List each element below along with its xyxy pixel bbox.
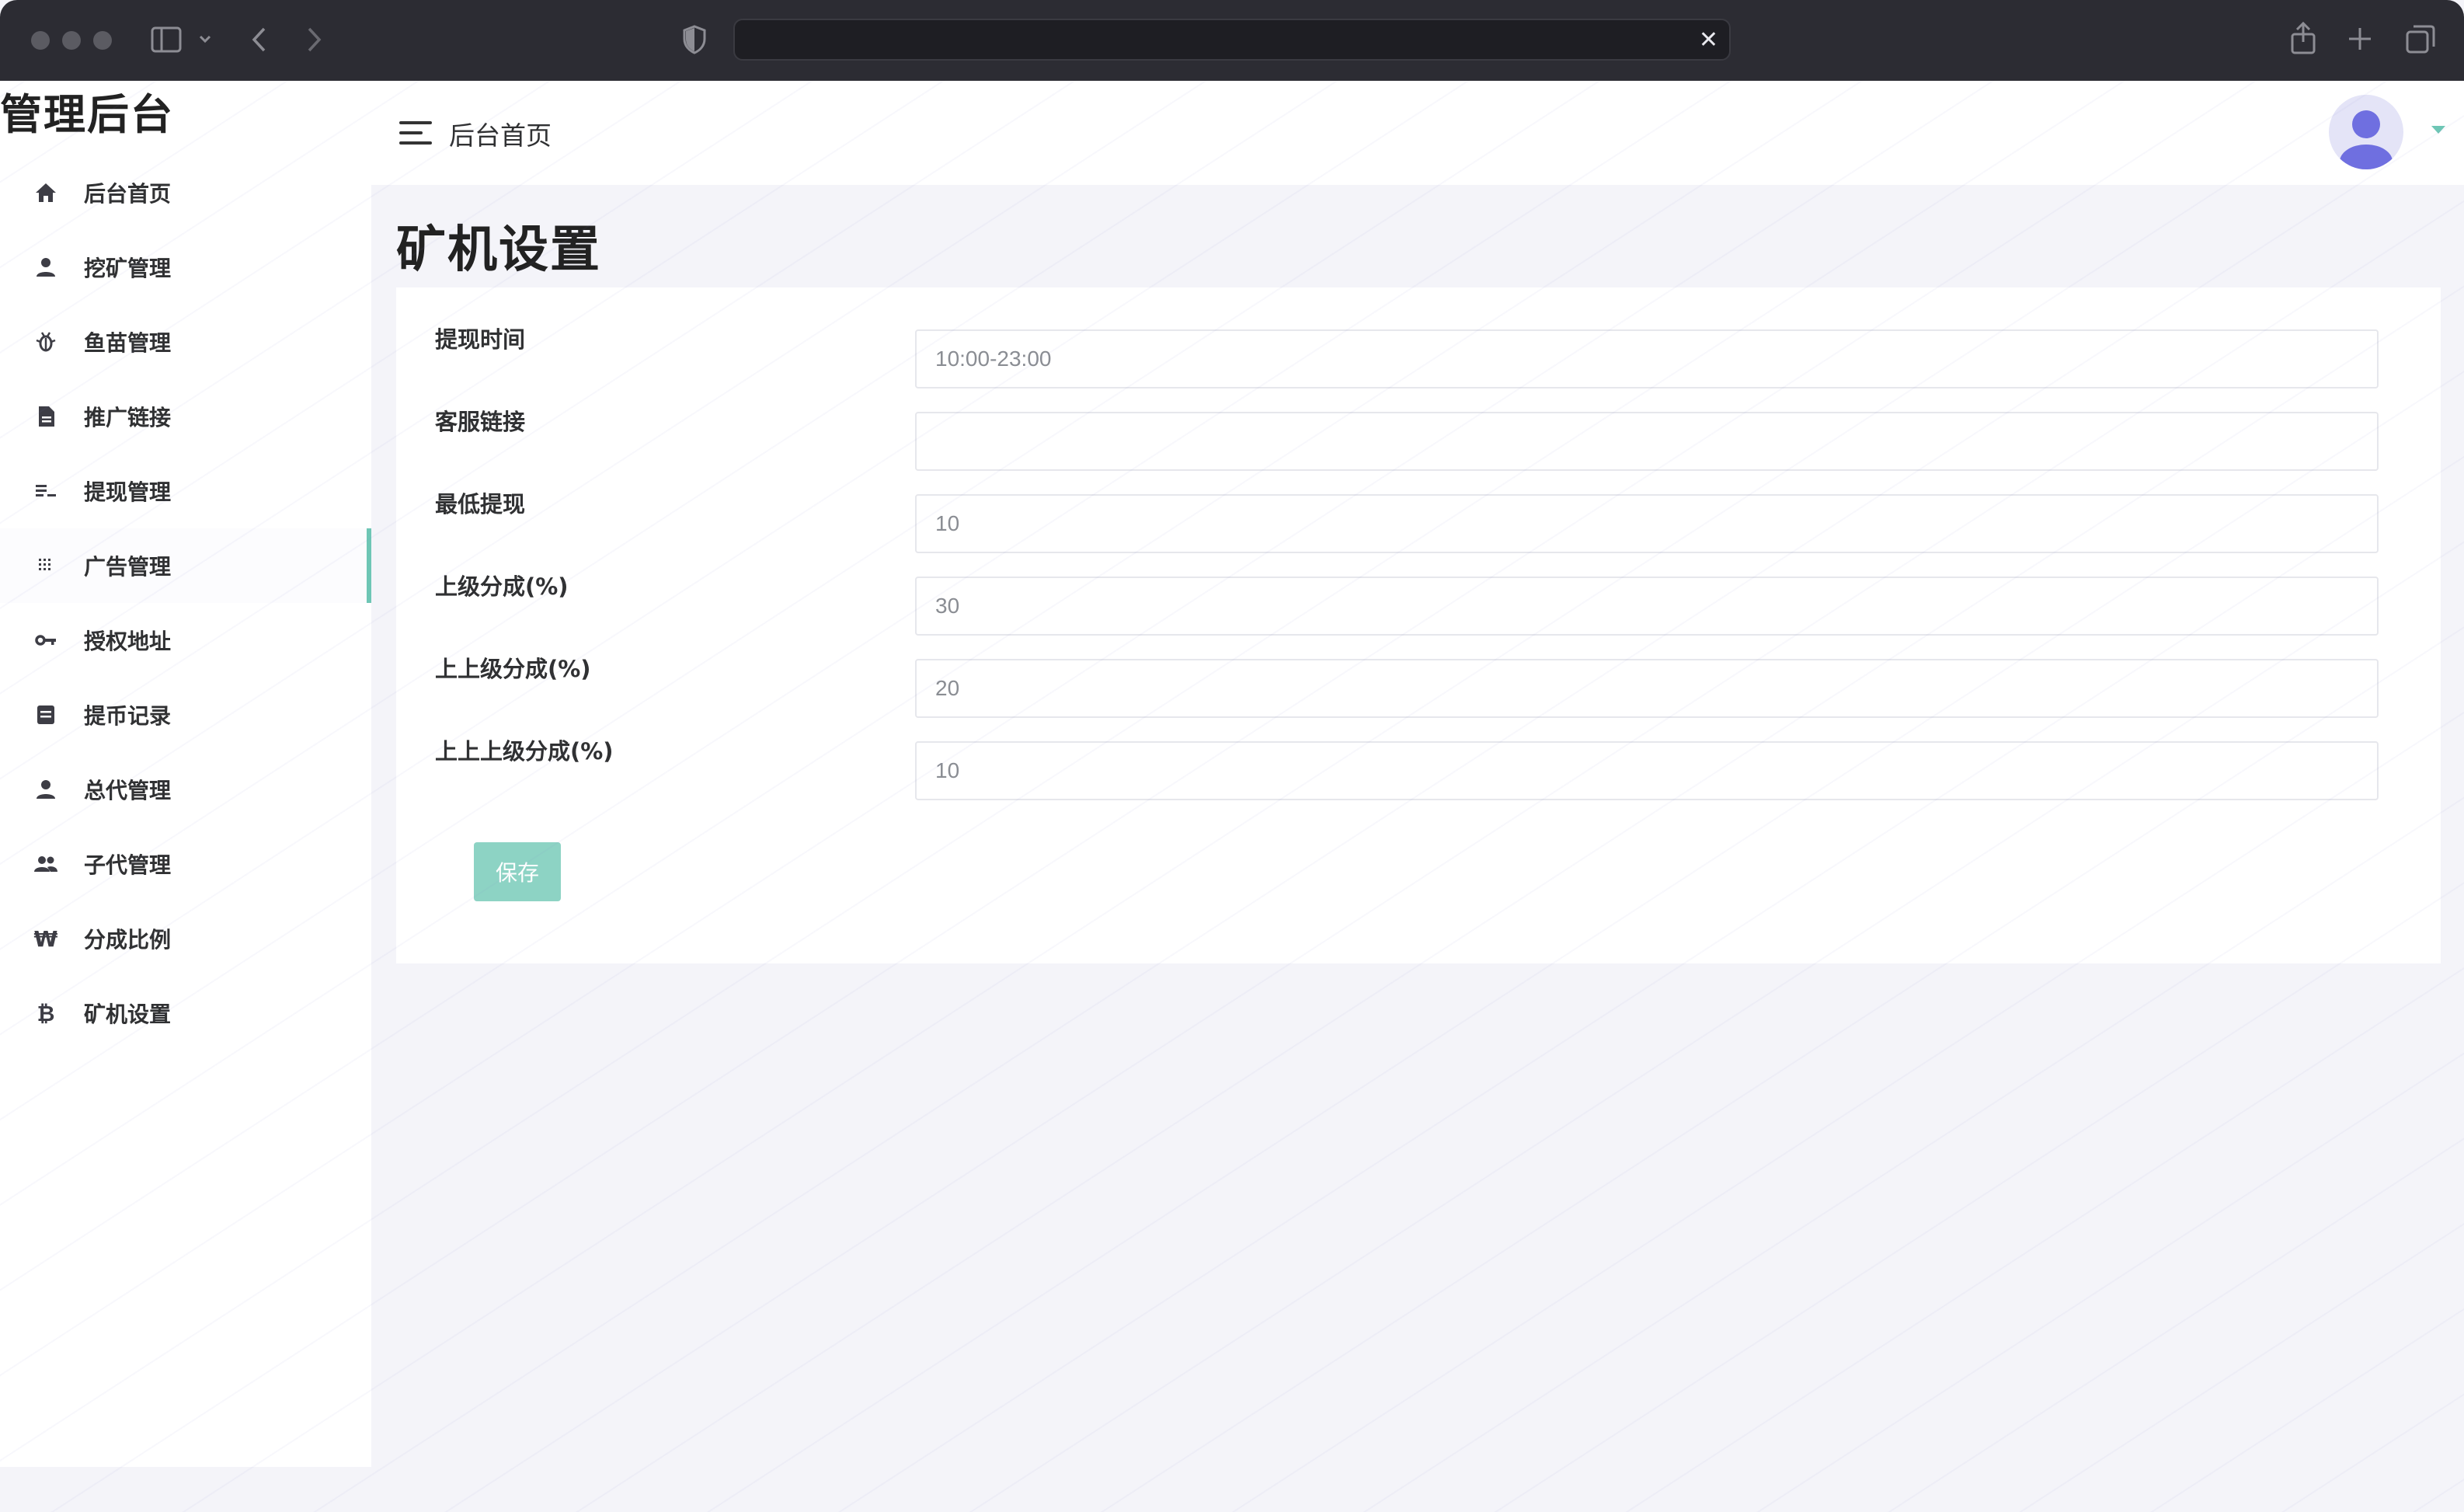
service-link-input[interactable] xyxy=(915,412,2379,471)
group-icon xyxy=(33,851,59,877)
field-label: 客服链接 xyxy=(435,409,526,435)
breadcrumb[interactable]: 后台首页 xyxy=(449,115,552,152)
close-window-button[interactable] xyxy=(31,31,50,50)
sidebar-item-home[interactable]: 后台首页 xyxy=(0,155,371,230)
form-row-withdraw-time: 提现时间 xyxy=(396,312,2441,388)
bitcoin-icon: ₿ xyxy=(37,1000,55,1026)
sidebar-item-label: 挖矿管理 xyxy=(84,256,172,281)
sidebar-item-withdrawal-records[interactable]: 提币记录 xyxy=(0,678,371,752)
browser-toolbar: ✕ xyxy=(0,0,2464,81)
sidebar-item-sub-agent[interactable]: 子代管理 xyxy=(0,827,371,901)
sidebar: 管理后台 后台首页 挖矿管理 鱼苗管理 推广链接 提现管理 广告管理 授权地址 … xyxy=(0,81,371,1467)
share-icon[interactable] xyxy=(2290,22,2316,54)
minimize-window-button[interactable] xyxy=(62,31,81,50)
sidebar-item-label: 分成比例 xyxy=(84,927,172,953)
key-icon xyxy=(33,627,59,653)
list-icon xyxy=(33,478,59,504)
forward-icon[interactable] xyxy=(306,26,323,53)
user-icon xyxy=(33,254,59,280)
sidebar-item-label: 总代管理 xyxy=(84,778,172,803)
sidebar-item-general-agent[interactable]: 总代管理 xyxy=(0,752,371,827)
level1-share-input[interactable] xyxy=(915,577,2379,636)
home-icon xyxy=(33,179,59,206)
sidebar-item-auth-address[interactable]: 授权地址 xyxy=(0,603,371,678)
note-icon xyxy=(33,702,59,728)
zoom-window-button[interactable] xyxy=(93,31,112,50)
page-title: 矿机设置 xyxy=(396,221,601,279)
user-avatar-icon xyxy=(2340,110,2393,169)
sidebar-item-miner-settings[interactable]: ₿ 矿机设置 xyxy=(0,976,371,1050)
level3-share-input[interactable] xyxy=(915,741,2379,800)
chevron-down-icon[interactable] xyxy=(199,34,211,44)
sidebar-item-label: 广告管理 xyxy=(84,554,172,580)
form-row-level1-share: 上级分成(%) xyxy=(396,559,2441,636)
form-row-min-withdraw: 最低提现 xyxy=(396,477,2441,553)
settings-form-card: 提现时间 客服链接 最低提现 上级分成(%) 上上级分成(%) 上上上级分成(%… xyxy=(396,287,2441,963)
sidebar-item-ads[interactable]: 广告管理 xyxy=(0,528,371,603)
bug-icon xyxy=(33,329,59,355)
withdraw-time-input[interactable] xyxy=(915,329,2379,388)
level2-share-input[interactable] xyxy=(915,659,2379,718)
sidebar-toggle-icon[interactable] xyxy=(151,26,182,53)
user-icon xyxy=(33,776,59,803)
address-bar[interactable]: ✕ xyxy=(733,19,1731,61)
back-icon[interactable] xyxy=(250,26,267,53)
tab-overview-icon[interactable] xyxy=(2405,23,2436,54)
won-icon: ₩ xyxy=(33,925,58,952)
field-label: 上级分成(%) xyxy=(435,573,569,600)
menu-toggle-icon[interactable] xyxy=(399,121,432,145)
form-row-level2-share: 上上级分成(%) xyxy=(396,642,2441,718)
caret-down-icon[interactable] xyxy=(2431,126,2445,134)
sidebar-item-fry[interactable]: 鱼苗管理 xyxy=(0,305,371,379)
sidebar-item-commission-ratio[interactable]: ₩ 分成比例 xyxy=(0,901,371,976)
sidebar-item-label: 推广链接 xyxy=(84,405,172,430)
field-label: 最低提现 xyxy=(435,491,526,517)
shield-icon[interactable] xyxy=(682,25,707,54)
avatar[interactable] xyxy=(2329,95,2403,169)
clear-address-icon[interactable]: ✕ xyxy=(1699,26,1718,54)
form-row-level3-share: 上上上级分成(%) xyxy=(396,724,2441,800)
save-button[interactable]: 保存 xyxy=(474,842,561,901)
brand-title: 管理后台 xyxy=(0,90,174,139)
sidebar-item-label: 授权地址 xyxy=(84,629,172,654)
sidebar-item-label: 提现管理 xyxy=(84,479,172,505)
sidebar-item-label: 子代管理 xyxy=(84,852,172,878)
sidebar-footer xyxy=(0,1467,371,1512)
sidebar-item-mining[interactable]: 挖矿管理 xyxy=(0,230,371,305)
sidebar-menu: 后台首页 挖矿管理 鱼苗管理 推广链接 提现管理 广告管理 授权地址 提币记录 … xyxy=(0,155,371,1050)
document-icon xyxy=(33,403,59,430)
grid-icon xyxy=(33,552,59,579)
min-withdraw-input[interactable] xyxy=(915,494,2379,553)
new-tab-icon[interactable] xyxy=(2347,26,2372,51)
field-label: 上上上级分成(%) xyxy=(435,738,614,765)
sidebar-item-label: 提币记录 xyxy=(84,703,172,729)
form-row-service-link: 客服链接 xyxy=(396,395,2441,471)
sidebar-item-label: 后台首页 xyxy=(84,181,172,207)
sidebar-item-promo-link[interactable]: 推广链接 xyxy=(0,379,371,454)
field-label: 上上级分成(%) xyxy=(435,656,591,682)
top-header: 后台首页 xyxy=(371,81,2464,185)
sidebar-item-withdraw[interactable]: 提现管理 xyxy=(0,454,371,528)
sidebar-item-label: 鱼苗管理 xyxy=(84,330,172,356)
sidebar-item-label: 矿机设置 xyxy=(84,1002,172,1027)
field-label: 提现时间 xyxy=(435,326,526,353)
